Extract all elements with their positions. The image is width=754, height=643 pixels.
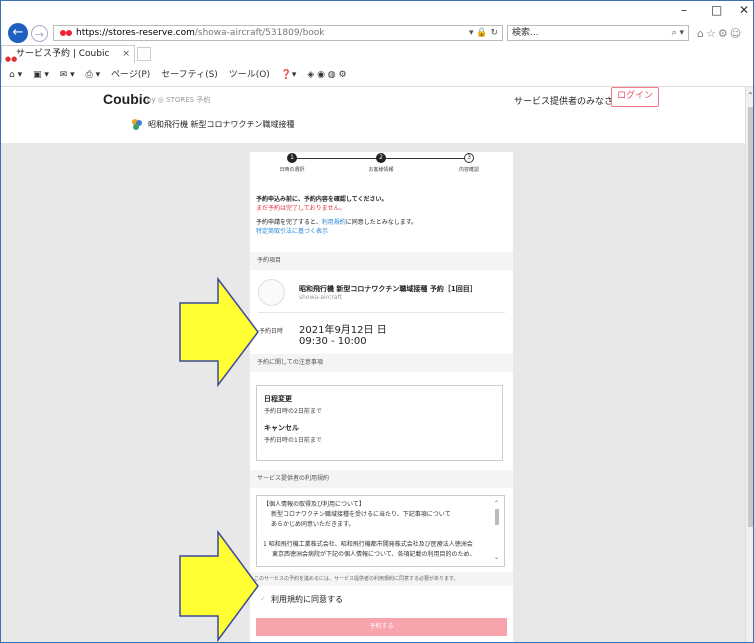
terms-textarea[interactable]: 【個人情報の取得及び利用について】 新型コロナワクチン職域接種を受けるに当たり、… <box>256 495 505 567</box>
print-icon[interactable]: ⎙ ▾ <box>86 70 101 80</box>
terms-line: 東京西徳洲会病院が下記の個人情報について、各項記載の利用目的のため、 <box>272 551 476 558</box>
stores-byline: by ◎ STORES 予約 <box>147 96 211 104</box>
minimize-button[interactable]: – <box>681 3 687 17</box>
search-icon[interactable]: ⌕ ▾ <box>672 26 684 40</box>
reservation-details: 昭和飛行機 新型コロナワクチン職域接種 予約［1回目］ showa-aircra… <box>250 270 513 354</box>
scroll-down-icon[interactable]: ⌄ <box>494 553 499 563</box>
providers-link[interactable]: サービス提供者のみなさま <box>514 94 622 107</box>
maximize-button[interactable]: □ <box>711 3 722 17</box>
mail-icon[interactable]: ✉ ▾ <box>60 70 75 80</box>
reserve-button[interactable]: 予約する <box>256 618 507 636</box>
close-window-button[interactable]: ✕ <box>739 3 749 17</box>
forward-button[interactable]: → <box>31 25 48 42</box>
change-heading: 日程変更 <box>264 395 292 403</box>
step-3-label: 内容確認 <box>458 167 479 173</box>
annotation-arrow-icon <box>179 277 259 387</box>
step-connector <box>292 158 379 159</box>
step-1-label: 日時の選択 <box>279 167 305 173</box>
menu-safety[interactable]: セーフティ(S) <box>161 70 218 80</box>
page-scrollbar[interactable]: ⌃ <box>745 87 753 642</box>
annotation-arrow-icon <box>179 530 259 642</box>
terms-note: このサービスの予約を進めるには、サービス提供者の利用規約に同意する必要があります… <box>250 572 513 586</box>
menu-page[interactable]: ページ(P) <box>111 70 150 80</box>
step-connector <box>384 158 466 159</box>
browser-window: ← → https://stores-reserve.com/showa-air… <box>0 0 754 643</box>
reservation-title: 昭和飛行機 新型コロナワクチン職域接種 予約［1回目］ <box>299 285 477 293</box>
back-button[interactable]: ← <box>8 23 28 43</box>
page-viewport: Coubic by ◎ STORES 予約 サービス提供者のみなさま ログイン … <box>1 87 745 642</box>
reservation-section-label: 予約項目 <box>250 252 513 270</box>
policy-section: 日程変更 予約日時の2日前まで キャンセル 予約日時の1日前まで <box>250 372 513 470</box>
search-field[interactable]: 検索... ⌕ ▾ <box>507 25 689 41</box>
menu-tools[interactable]: ツール(O) <box>229 70 270 80</box>
store-avatar <box>258 279 285 306</box>
terms-line: 【個人情報の取得及び利用について】 <box>263 501 365 508</box>
home-icon[interactable]: ⌂ ▾ <box>9 70 22 80</box>
terms-section: 【個人情報の取得及び利用について】 新型コロナワクチン職域接種を受けるに当たり、… <box>250 488 513 572</box>
step-2-label: お客様情報 <box>368 167 394 173</box>
commerce-law-link[interactable]: 特定商取引法に基づく表示 <box>256 227 507 236</box>
reservation-store: showa-aircraft <box>299 294 342 301</box>
step-3-dot: 3 <box>464 153 474 163</box>
reservation-time: 09:30 - 10:00 <box>299 336 367 347</box>
new-tab-button[interactable] <box>137 47 151 61</box>
reservation-date: 2021年9月12日 日 <box>299 325 387 336</box>
booking-card: 1 2 3 日時の選択 お客様情報 内容確認 予約申込み前に、予約内容を確認して… <box>250 152 513 642</box>
cancel-heading: キャンセル <box>264 424 299 432</box>
tab-active[interactable]: ●● サービス予約 | Coubic × <box>1 45 135 63</box>
notice-line-3-pre: 予約申請を完了すると、 <box>256 219 322 226</box>
store-name[interactable]: 昭和飛行機 新型コロナワクチン職域接種 <box>148 119 295 130</box>
home-star-gear-icons[interactable]: ⌂☆⚙☺ <box>697 27 743 40</box>
site-favicon-icon <box>60 30 72 36</box>
terms-line: 1 昭和飛行機工業株式会社、昭和飛行機都市開発株式会社及び医療法人徳洲会 <box>263 541 473 548</box>
notice-line-3-post: に同意したとみなします。 <box>345 219 418 226</box>
terms-link[interactable]: 利用規約 <box>322 219 346 226</box>
cancel-text: 予約日時の1日前まで <box>264 437 322 444</box>
terms-line: あらかじめ同意いただきます。 <box>271 521 355 528</box>
checkmark-icon[interactable]: ✓ <box>260 595 266 603</box>
step-1-dot: 1 <box>287 153 297 163</box>
notice-line-2: まだ予約は完了しておりません。 <box>256 205 346 212</box>
site-header: Coubic by ◎ STORES 予約 サービス提供者のみなさま ログイン … <box>1 87 745 143</box>
store-logo-icon <box>132 119 142 130</box>
url-actions[interactable]: ▾ 🔒 ↻ <box>469 26 498 40</box>
terms-section-label: サービス提供者の利用規約 <box>250 470 513 488</box>
change-text: 予約日時の2日前まで <box>264 408 322 415</box>
confirmation-notice: 予約申込み前に、予約内容を確認してください。 まだ予約は完了しておりません。 予… <box>250 190 513 252</box>
scroll-up-icon[interactable]: ⌃ <box>747 91 753 100</box>
tab-bar: ●● サービス予約 | Coubic × <box>1 43 753 63</box>
terms-line: 新型コロナワクチン職域接種を受けるに当たり、下記事項について <box>271 511 451 518</box>
address-bar: ← → https://stores-reserve.com/showa-air… <box>1 1 753 43</box>
agree-label[interactable]: 利用規約に同意する <box>271 594 343 605</box>
step-indicator: 1 2 3 日時の選択 お客様情報 内容確認 <box>250 152 513 190</box>
extension-icons[interactable]: ◈ ◉ ◍ ⚙ <box>307 70 346 80</box>
feeds-icon[interactable]: ▣ ▾ <box>33 70 49 80</box>
url-field[interactable]: https://stores-reserve.com/showa-aircraf… <box>53 25 503 41</box>
datetime-label: 予約日時 <box>259 328 284 335</box>
policy-box: 日程変更 予約日時の2日前まで キャンセル 予約日時の1日前まで <box>256 385 503 461</box>
tab-close-icon[interactable]: × <box>122 46 130 62</box>
scroll-thumb[interactable] <box>495 509 499 525</box>
help-icon[interactable]: ❓▾ <box>281 70 297 80</box>
url-host: https://stores-reserve.com <box>76 28 195 38</box>
tab-title: サービス予約 | Coubic <box>16 49 110 59</box>
command-bar: ⌂ ▾ ▣ ▾ ✉ ▾ ⎙ ▾ ページ(P) セーフティ(S) ツール(O) ❓… <box>1 63 753 87</box>
coubic-logo[interactable]: Coubic <box>103 91 150 107</box>
policy-section-label: 予約に関しての注意事項 <box>250 354 513 372</box>
page-scroll-thumb[interactable] <box>748 107 753 527</box>
scroll-up-icon[interactable]: ⌃ <box>494 499 499 509</box>
agree-row[interactable]: ✓ 利用規約に同意する <box>250 586 513 612</box>
url-path: /showa-aircraft/531809/book <box>194 28 325 38</box>
notice-line-3: 予約申請を完了すると、利用規約に同意したとみなします。 <box>256 218 507 227</box>
search-placeholder: 検索... <box>512 28 539 38</box>
divider <box>258 312 505 313</box>
step-2-dot: 2 <box>376 153 386 163</box>
login-button[interactable]: ログイン <box>611 87 659 107</box>
notice-line-1: 予約申込み前に、予約内容を確認してください。 <box>256 196 388 203</box>
terms-scrollbar[interactable]: ⌃ ⌄ <box>494 499 500 563</box>
